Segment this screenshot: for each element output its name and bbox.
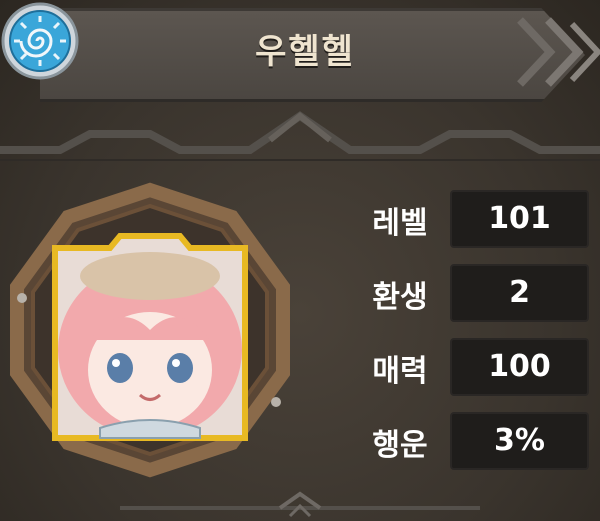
stat-row-luck: 행운 3% bbox=[330, 412, 590, 470]
bottom-ornament bbox=[120, 491, 480, 518]
stat-label: 레벨 bbox=[372, 206, 428, 241]
stat-value-box: 101 bbox=[450, 190, 589, 248]
stat-value: 2 bbox=[509, 275, 530, 310]
stat-label: 행운 bbox=[372, 428, 428, 463]
stat-row-rebirth: 환생 2 bbox=[330, 264, 590, 322]
spiral-emblem-icon bbox=[1, 2, 79, 80]
stat-value-box: 2 bbox=[450, 264, 589, 322]
stat-row-level: 레벨 101 bbox=[330, 190, 590, 248]
character-portrait bbox=[10, 182, 290, 478]
ornament-divider bbox=[0, 111, 600, 161]
stat-label: 환생 bbox=[372, 280, 428, 315]
stat-value: 3% bbox=[494, 423, 545, 458]
stat-value-box: 3% bbox=[450, 412, 589, 470]
stat-row-charm: 매력 100 bbox=[330, 338, 590, 396]
stat-value: 101 bbox=[488, 201, 551, 236]
header-chevrons-icon bbox=[517, 17, 600, 87]
stat-value-box: 100 bbox=[450, 338, 589, 396]
stat-label: 매력 bbox=[372, 354, 428, 389]
stat-value: 100 bbox=[488, 349, 551, 384]
character-name: 우헬헬 bbox=[255, 32, 355, 72]
